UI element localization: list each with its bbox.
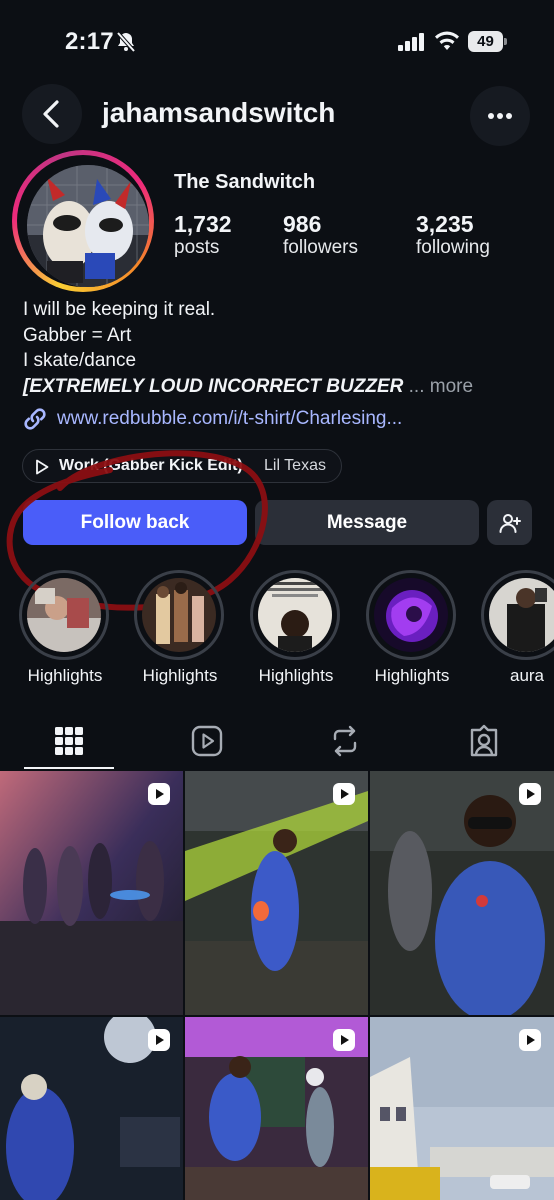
reposts-icon[interactable]	[330, 721, 360, 761]
highlight-label: Highlights	[142, 666, 218, 685]
profile-music-pill[interactable]: Work (Gabber Kick Edit) Lil Texas	[22, 449, 342, 483]
post-thumbnail[interactable]	[370, 1017, 554, 1200]
active-tab-indicator	[24, 767, 114, 769]
bio-line: Gabber = Art	[23, 325, 132, 346]
bio-more-link[interactable]: more	[424, 376, 473, 397]
silent-bell-icon	[116, 31, 136, 53]
avatar-image	[27, 165, 149, 287]
highlight-item[interactable]: Highlights	[19, 570, 111, 686]
highlight-item[interactable]: Highlights	[250, 570, 342, 686]
add-user-icon	[499, 514, 521, 533]
bio-line: I will be keeping it real.	[23, 299, 216, 320]
post-thumbnail[interactable]	[185, 771, 368, 1015]
reel-badge-icon	[148, 1029, 170, 1051]
highlight-cover	[374, 578, 448, 652]
highlight-label: Highlights	[27, 666, 103, 685]
post-thumbnail[interactable]	[0, 1017, 183, 1200]
following-label: following	[416, 237, 490, 258]
highlight-item[interactable]: Highlights	[134, 570, 226, 686]
post-thumbnail[interactable]	[0, 771, 183, 1015]
bio-line-truncated: [EXTREMELY LOUD INCORRECT BUZZER ... mor…	[23, 376, 473, 398]
posts-grid	[0, 771, 554, 1200]
grid-icon[interactable]	[55, 721, 83, 761]
music-title: Work (Gabber Kick Edit)	[59, 457, 243, 474]
bio-link-text: www.redbubble.com/i/t-shirt/Charlesing..…	[57, 408, 403, 429]
wifi-icon	[435, 31, 459, 50]
highlight-item[interactable]: Highlights	[366, 570, 458, 686]
highlight-item[interactable]: aura	[481, 570, 554, 686]
battery-level: 49	[468, 31, 503, 52]
reel-badge-icon	[148, 783, 170, 805]
avatar	[27, 165, 149, 287]
profile-tabs	[0, 715, 554, 771]
profile-username: jahamsandswitch	[102, 97, 336, 128]
reel-badge-icon	[519, 783, 541, 805]
message-button[interactable]: Message	[255, 500, 479, 545]
post-thumbnail[interactable]	[185, 1017, 368, 1200]
highlight-cover	[27, 578, 101, 652]
battery-indicator: 49	[468, 31, 508, 53]
cellular-signal-icon	[398, 33, 424, 51]
play-icon	[36, 459, 49, 475]
more-dots-icon	[488, 113, 512, 119]
following-count: 3,235	[416, 211, 474, 237]
tagged-icon[interactable]	[468, 721, 500, 761]
reels-icon[interactable]	[191, 721, 223, 761]
link-icon	[24, 408, 46, 430]
story-ring[interactable]	[12, 150, 154, 292]
followers-count: 986	[283, 211, 322, 237]
reel-badge-icon	[333, 783, 355, 805]
reel-badge-icon	[333, 1029, 355, 1051]
followers-label: followers	[283, 237, 358, 258]
highlight-label: Highlights	[258, 666, 334, 685]
highlight-cover	[142, 578, 216, 652]
more-options-button[interactable]	[470, 86, 530, 146]
status-time: 2:17	[65, 28, 114, 55]
status-bar: 2:17 49	[0, 0, 554, 86]
reel-badge-icon	[519, 1029, 541, 1051]
post-thumbnail[interactable]	[370, 771, 554, 1015]
posts-label: posts	[174, 237, 220, 258]
highlight-label: aura	[509, 666, 545, 685]
highlight-label: Highlights	[374, 666, 450, 685]
back-button[interactable]	[22, 84, 82, 144]
bio-ellipsis: ...	[403, 376, 425, 397]
bio-buzzer-text: [EXTREMELY LOUD INCORRECT BUZZER	[23, 376, 404, 397]
highlight-cover	[489, 578, 554, 652]
suggested-users-button[interactable]	[487, 500, 532, 545]
posts-count: 1,732	[174, 211, 232, 237]
display-name: The Sandwitch	[174, 171, 316, 193]
highlight-cover	[258, 578, 332, 652]
music-artist: Lil Texas	[264, 457, 326, 474]
chevron-left-icon	[43, 100, 59, 128]
follow-back-button[interactable]: Follow back	[23, 500, 247, 545]
bio-line: I skate/dance	[23, 350, 137, 371]
battery-tip	[504, 38, 507, 45]
